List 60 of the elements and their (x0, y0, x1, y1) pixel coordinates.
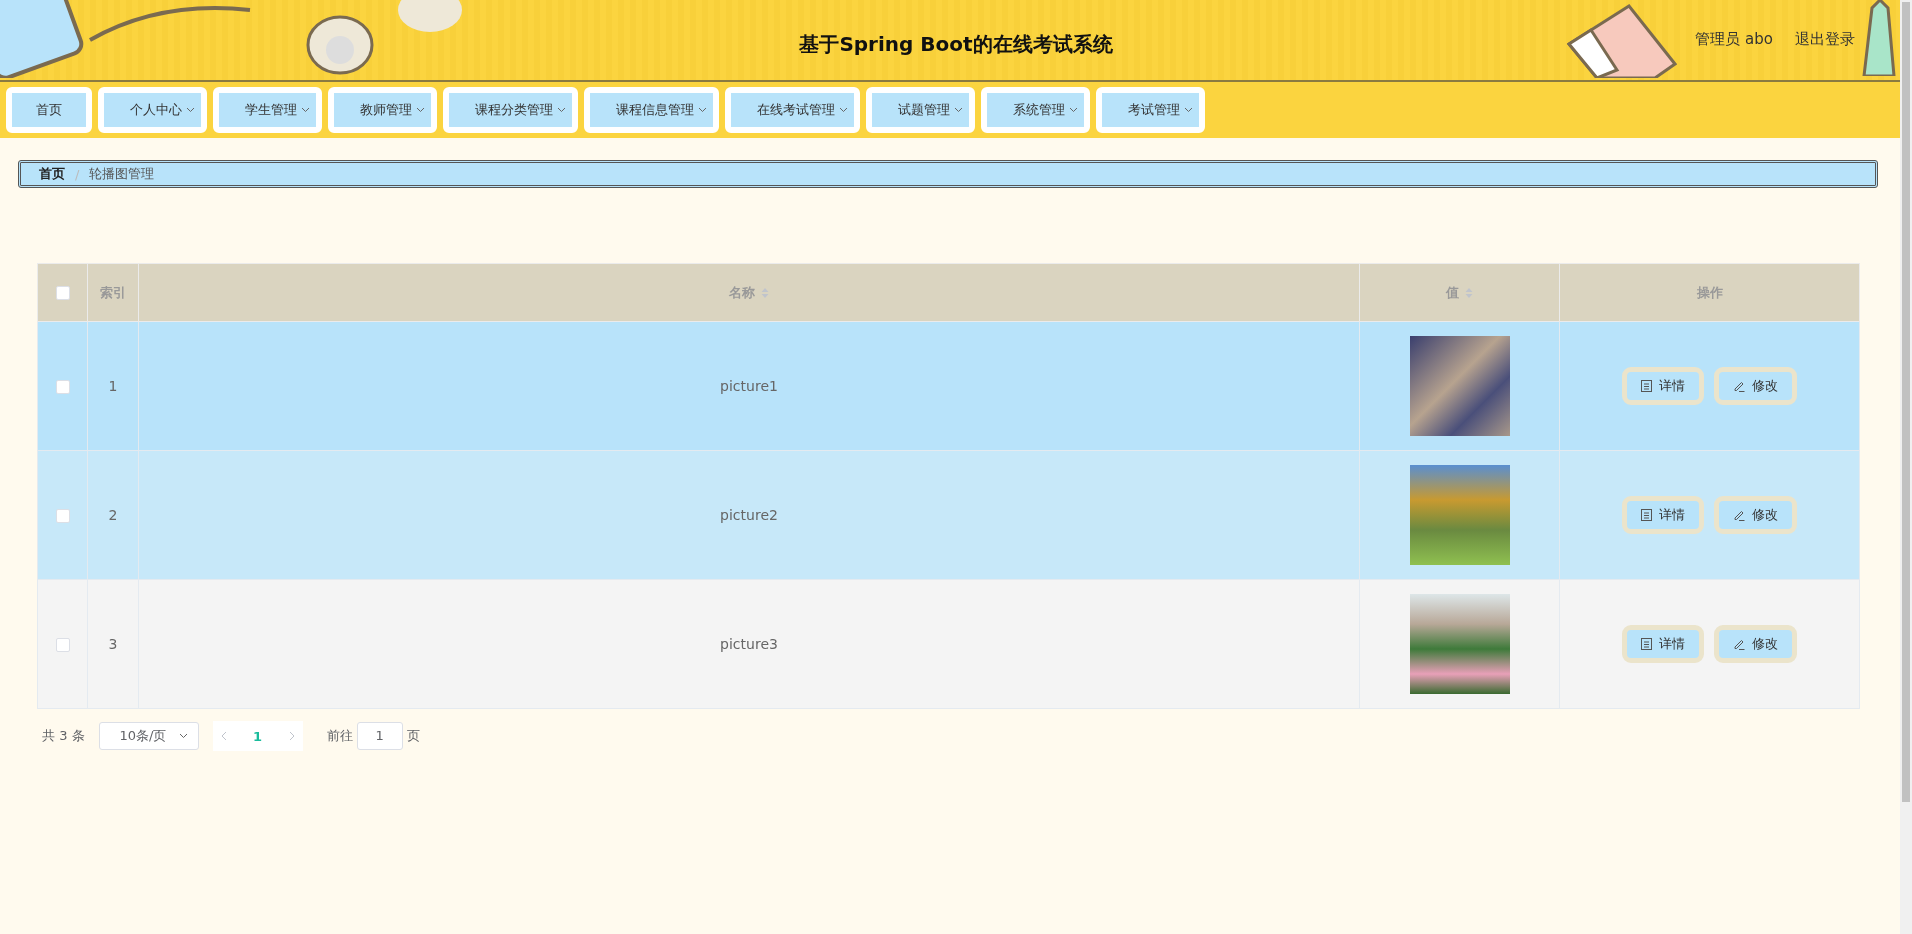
breadcrumb-separator: / (75, 166, 80, 182)
detail-button[interactable]: 详情 (1622, 496, 1704, 534)
column-header: 索引 (100, 283, 126, 302)
sort-icon[interactable] (1465, 286, 1473, 299)
breadcrumb-item[interactable]: 首页 (39, 165, 65, 183)
chevron-down-icon (178, 733, 188, 739)
chevron-left-icon[interactable] (220, 731, 227, 741)
detail-button[interactable]: 详情 (1622, 625, 1704, 663)
checkbox[interactable] (55, 380, 70, 394)
name-cell: picture3 (720, 636, 778, 652)
breadcrumb-item: 轮播图管理 (89, 165, 155, 183)
nav-menu-item[interactable]: 考试管理 (1096, 87, 1205, 133)
chevron-right-icon[interactable] (288, 731, 295, 741)
chevron-down-icon (186, 107, 195, 113)
document-icon (1641, 638, 1652, 650)
index-cell: 3 (108, 636, 118, 652)
logout-link[interactable]: 退出登录 (1795, 30, 1855, 49)
total-count: 共 3 条 (42, 727, 85, 745)
checkbox[interactable] (55, 638, 70, 652)
site-title: 基于Spring Boot的在线考试系统 (799, 30, 1113, 58)
name-cell: picture2 (720, 507, 778, 523)
nav-menu-item[interactable]: 首页 (6, 87, 92, 133)
edit-button[interactable]: 修改 (1714, 625, 1797, 663)
chevron-down-icon (301, 107, 310, 113)
checkbox[interactable] (55, 286, 70, 301)
page-size-select[interactable]: 10条/页 (98, 722, 199, 750)
nav-menu-item[interactable]: 在线考试管理 (725, 87, 860, 133)
document-icon (1641, 380, 1652, 392)
chevron-down-icon (954, 107, 963, 113)
chevron-down-icon (1069, 107, 1078, 113)
scrollbar[interactable] (1902, 2, 1910, 802)
detail-button[interactable]: 详情 (1622, 367, 1704, 405)
chevron-down-icon (839, 107, 848, 113)
sort-icon[interactable] (761, 286, 769, 299)
chevron-down-icon (1184, 107, 1193, 113)
page-input[interactable]: 1 (356, 722, 403, 750)
name-cell: picture1 (720, 378, 778, 394)
chevron-down-icon (698, 107, 707, 113)
nav-menu-item[interactable]: 试题管理 (866, 87, 975, 133)
chevron-down-icon (416, 107, 425, 113)
page-suffix: 页 (406, 727, 420, 745)
edit-button[interactable]: 修改 (1714, 496, 1797, 534)
pencil-icon (1733, 638, 1745, 650)
checkbox[interactable] (55, 509, 70, 523)
nav-menu-item[interactable]: 学生管理 (213, 87, 322, 133)
index-cell: 1 (108, 378, 118, 394)
pencil-icon (1733, 380, 1745, 392)
column-header: 操作 (1696, 283, 1723, 302)
nav-menu-item[interactable]: 系统管理 (981, 87, 1090, 133)
user-label: 管理员 abo (1695, 30, 1773, 49)
pencil-icon (1733, 509, 1745, 521)
document-icon (1641, 509, 1652, 521)
nav-menu-item[interactable]: 课程信息管理 (584, 87, 719, 133)
nav-menu-item[interactable]: 个人中心 (98, 87, 207, 133)
chevron-down-icon (557, 107, 566, 113)
index-cell: 2 (108, 507, 118, 523)
goto-label: 前往 (326, 727, 353, 745)
edit-button[interactable]: 修改 (1714, 367, 1797, 405)
nav-menu-item[interactable]: 教师管理 (328, 87, 437, 133)
nav-menu-item[interactable]: 课程分类管理 (443, 87, 578, 133)
